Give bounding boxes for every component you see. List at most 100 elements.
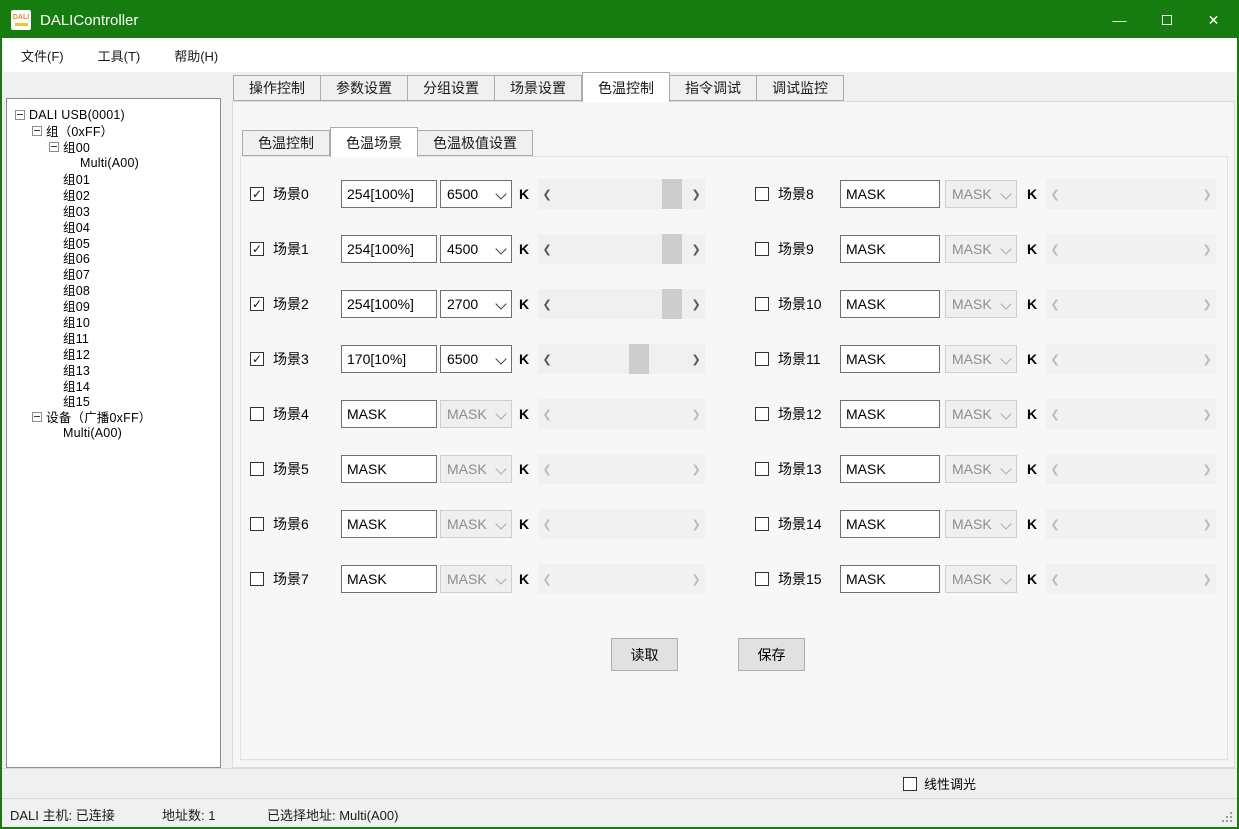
resize-grip-icon[interactable] [1222, 812, 1232, 822]
tab-command-debug[interactable]: 指令调试 [670, 75, 757, 101]
tree-item[interactable]: 组01 [7, 171, 220, 187]
scene-enable-checkbox[interactable] [250, 407, 264, 421]
scene-enable-checkbox[interactable] [755, 572, 769, 586]
tree-item[interactable]: 组04 [7, 218, 220, 234]
tab-grouping-setting[interactable]: 分组设置 [408, 75, 495, 101]
scene-level-input[interactable] [840, 455, 940, 483]
scrollbar-thumb[interactable] [662, 179, 682, 209]
scene-enable-checkbox[interactable] [250, 517, 264, 531]
subtab-cct-control[interactable]: 色温控制 [242, 130, 330, 156]
scene-level-input[interactable] [341, 235, 437, 263]
tree-item[interactable]: DALI USB(0001) [7, 107, 220, 123]
scrollbar-right-arrow[interactable]: ❯ [687, 289, 705, 319]
scene-level-input[interactable] [341, 290, 437, 318]
scene-level-input[interactable] [840, 565, 940, 593]
scene-cct-dropdown[interactable]: MASK [440, 510, 512, 538]
scrollbar-left-arrow[interactable]: ❮ [538, 344, 556, 374]
scene-enable-checkbox[interactable]: ✓ [250, 187, 264, 201]
scene-level-input[interactable] [341, 400, 437, 428]
linear-dimming-checkbox[interactable] [903, 777, 917, 791]
scrollbar-left-arrow[interactable]: ❮ [538, 179, 556, 209]
scene-enable-checkbox[interactable]: ✓ [250, 242, 264, 256]
scene-cct-scrollbar[interactable]: ❮❯ [538, 234, 705, 264]
tree-item[interactable]: 组00 [7, 139, 220, 155]
tree-item[interactable]: 组12 [7, 345, 220, 361]
menu-item-file[interactable]: 文件(F) [10, 43, 75, 67]
tree-item[interactable]: Multi(A00) [7, 425, 220, 441]
scene-cct-dropdown[interactable]: MASK [945, 510, 1017, 538]
scrollbar-track[interactable] [556, 234, 687, 264]
tree-item[interactable]: Multi(A00) [7, 155, 220, 171]
subtab-cct-limits[interactable]: 色温极值设置 [418, 130, 533, 156]
tree-item[interactable]: 组10 [7, 314, 220, 330]
scene-enable-checkbox[interactable] [755, 187, 769, 201]
scene-enable-checkbox[interactable] [755, 352, 769, 366]
tree-item[interactable]: 组14 [7, 377, 220, 393]
scene-cct-dropdown[interactable]: 6500 [440, 180, 512, 208]
minimize-button[interactable]: — [1096, 2, 1143, 38]
scrollbar-thumb[interactable] [662, 234, 682, 264]
scene-cct-dropdown[interactable]: 6500 [440, 345, 512, 373]
tree-item[interactable]: 组13 [7, 361, 220, 377]
tab-cct-control[interactable]: 色温控制 [582, 72, 670, 102]
read-button[interactable]: 读取 [611, 638, 678, 671]
scene-cct-scrollbar[interactable]: ❮❯ [538, 179, 705, 209]
scrollbar-left-arrow[interactable]: ❮ [538, 234, 556, 264]
scene-cct-dropdown[interactable]: MASK [440, 455, 512, 483]
scrollbar-track[interactable] [556, 344, 687, 374]
tree-item[interactable]: 组11 [7, 329, 220, 345]
scene-level-input[interactable] [341, 345, 437, 373]
scrollbar-left-arrow[interactable]: ❮ [538, 289, 556, 319]
scene-enable-checkbox[interactable] [755, 407, 769, 421]
tree-collapse-icon[interactable] [32, 412, 42, 422]
tree-item[interactable]: 组05 [7, 234, 220, 250]
scene-level-input[interactable] [341, 510, 437, 538]
scene-enable-checkbox[interactable]: ✓ [250, 352, 264, 366]
scene-level-input[interactable] [840, 345, 940, 373]
tree-item[interactable]: 设备（广播0xFF） [7, 409, 220, 425]
scene-cct-dropdown[interactable]: MASK [945, 180, 1017, 208]
scene-level-input[interactable] [840, 235, 940, 263]
scene-enable-checkbox[interactable]: ✓ [250, 297, 264, 311]
scene-level-input[interactable] [341, 565, 437, 593]
scene-level-input[interactable] [840, 180, 940, 208]
scrollbar-track[interactable] [556, 289, 687, 319]
scene-enable-checkbox[interactable] [755, 462, 769, 476]
scrollbar-right-arrow[interactable]: ❯ [687, 234, 705, 264]
scrollbar-right-arrow[interactable]: ❯ [687, 179, 705, 209]
scene-enable-checkbox[interactable] [755, 517, 769, 531]
scene-cct-dropdown[interactable]: MASK [440, 565, 512, 593]
tab-scene-setting[interactable]: 场景设置 [495, 75, 582, 101]
scene-enable-checkbox[interactable] [250, 462, 264, 476]
tab-operation-control[interactable]: 操作控制 [233, 75, 321, 101]
tree-item[interactable]: 组02 [7, 186, 220, 202]
tree-item[interactable]: 组09 [7, 298, 220, 314]
scrollbar-thumb[interactable] [629, 344, 649, 374]
scene-enable-checkbox[interactable] [250, 572, 264, 586]
subtab-cct-scene[interactable]: 色温场景 [330, 127, 418, 157]
tree-item[interactable]: 组03 [7, 202, 220, 218]
tree-collapse-icon[interactable] [15, 110, 25, 120]
scene-enable-checkbox[interactable] [755, 242, 769, 256]
save-button[interactable]: 保存 [738, 638, 805, 671]
tree-item[interactable]: 组08 [7, 282, 220, 298]
scene-level-input[interactable] [840, 290, 940, 318]
scene-cct-dropdown[interactable]: MASK [945, 290, 1017, 318]
menu-item-tools[interactable]: 工具(T) [87, 43, 152, 67]
scene-cct-dropdown[interactable]: MASK [945, 400, 1017, 428]
scene-cct-dropdown[interactable]: MASK [945, 235, 1017, 263]
scene-cct-scrollbar[interactable]: ❮❯ [538, 289, 705, 319]
scene-cct-dropdown[interactable]: MASK [945, 455, 1017, 483]
linear-dimming-option[interactable]: 线性调光 [903, 774, 976, 793]
scene-level-input[interactable] [840, 510, 940, 538]
tab-parameter-setting[interactable]: 参数设置 [321, 75, 408, 101]
scene-level-input[interactable] [840, 400, 940, 428]
maximize-button[interactable] [1143, 2, 1190, 38]
scrollbar-right-arrow[interactable]: ❯ [687, 344, 705, 374]
tree-collapse-icon[interactable] [49, 142, 59, 152]
tree-collapse-icon[interactable] [32, 126, 42, 136]
close-button[interactable]: ✕ [1190, 2, 1237, 38]
scene-cct-dropdown[interactable]: 4500 [440, 235, 512, 263]
scene-level-input[interactable] [341, 455, 437, 483]
scene-level-input[interactable] [341, 180, 437, 208]
